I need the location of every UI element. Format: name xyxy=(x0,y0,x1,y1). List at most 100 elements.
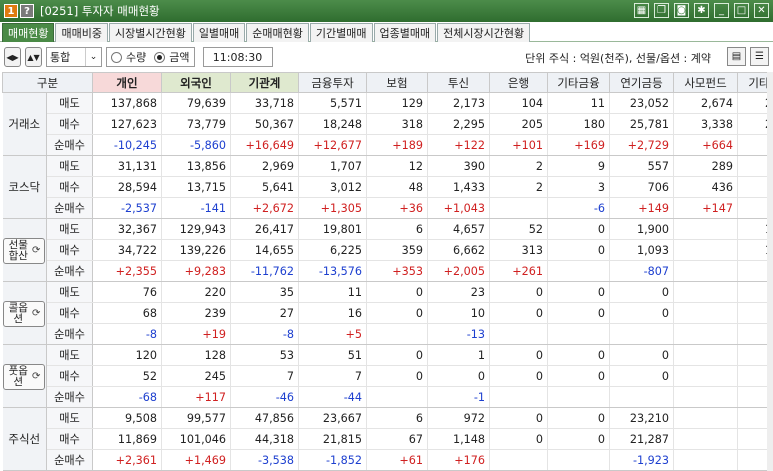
table-cell: 7 xyxy=(298,365,368,387)
minimize-icon[interactable]: _ xyxy=(714,3,729,18)
table-row: 매수28,59413,7155,6413,012481,433237064363… xyxy=(3,176,773,198)
table-cell xyxy=(673,302,739,324)
table-cell: +9,283 xyxy=(161,260,232,282)
toolbar: ◀▶ ▲▼ 통합 ⌄ 수량 금액 11:08:30 단위 주식 : 억원(천주),… xyxy=(0,42,773,72)
time-field[interactable]: 11:08:30 xyxy=(202,47,273,67)
radio-amount-label: 금액 xyxy=(169,51,190,64)
table-cell xyxy=(673,365,739,387)
group-label: 선물합산 ⟳ xyxy=(2,218,47,282)
investor-trading-table: 구분 개인 외국인 기관계 금융투자 보험 투신 은행 기타금융 연기금등 사모… xyxy=(1,72,773,471)
table-cell: 0 xyxy=(489,281,549,303)
tab-all-market-time[interactable]: 전체시장시간현황 xyxy=(437,23,531,42)
table-cell: 76 xyxy=(92,281,163,303)
market-select-value: 통합 xyxy=(50,51,71,64)
group-refresh-button[interactable]: 콜옵션 ⟳ xyxy=(3,300,46,327)
table-cell: 5,571 xyxy=(298,92,368,114)
table-row: 순매수-8+19-8+5-13-4 xyxy=(3,323,773,345)
maximize-icon[interactable]: □ xyxy=(734,3,749,18)
prev-next-icon[interactable]: ◀▶ xyxy=(4,47,21,67)
table-cell xyxy=(673,281,739,303)
table-cell: 21,815 xyxy=(298,428,368,450)
gear-icon[interactable]: ✱ xyxy=(694,3,709,18)
quantity-amount-radio-group: 수량 금액 xyxy=(106,47,195,67)
table-cell: 26,417 xyxy=(230,218,300,240)
grid-settings-icon[interactable]: ▤ xyxy=(727,47,746,66)
row-type-label: 매도 xyxy=(46,218,94,240)
table-row: 매수 11,869 101,046 44,318 21,815 67 1,148 0 0 21,2… xyxy=(3,428,773,450)
vertical-scrollbar[interactable] xyxy=(767,72,773,471)
header-private-fund: 사모펀드 xyxy=(673,72,739,93)
group-label: 주식선 xyxy=(2,407,47,471)
table-cell xyxy=(673,449,739,471)
table-cell: 32,367 xyxy=(92,218,163,240)
table-cell: 12 xyxy=(366,155,429,177)
close-icon[interactable]: ✕ xyxy=(754,3,769,18)
radio-quantity[interactable] xyxy=(111,51,122,63)
table-cell xyxy=(673,218,739,240)
tab-trading-status[interactable]: 매매현황 xyxy=(2,23,55,42)
camera-icon[interactable]: ◙ xyxy=(674,3,689,18)
table-row: 순매수 -10,245 -5,860 +16,649 +12,677 +189 +122 +1… xyxy=(3,134,773,156)
table-cell: 11 xyxy=(298,281,368,303)
screen-number-badge[interactable]: 1 xyxy=(4,4,18,18)
header-category: 구분 xyxy=(1,72,94,93)
table-cell: 0 xyxy=(366,281,429,303)
table-cell: 23,210 xyxy=(609,407,675,429)
table-cell: 52 xyxy=(489,218,549,240)
table-cell: 34,722 xyxy=(92,239,163,261)
table-cell: 0 xyxy=(609,302,675,324)
table-row: 순매수-68+117-46-44-1-3 xyxy=(3,386,773,408)
table-cell: +169 xyxy=(547,134,611,156)
table-cell: +2,672 xyxy=(230,197,300,219)
table-cell: 0 xyxy=(427,365,491,387)
tab-market-time[interactable]: 시장별시간현황 xyxy=(108,23,192,42)
group-label-text: 선물합산 xyxy=(8,238,28,262)
row-type-label: 매수 xyxy=(46,302,94,324)
title-bar: 1 ? [0251] 투자자 매매현황 ▦ ❐ ◙ ✱ _ □ ✕ xyxy=(0,0,773,22)
table-cell: 2,173 xyxy=(427,92,491,114)
table-cell: -8 xyxy=(92,323,163,345)
table-cell xyxy=(489,449,549,471)
table-cell: 6,225 xyxy=(298,239,368,261)
header-individual: 개인 xyxy=(92,72,163,93)
table-cell: +149 xyxy=(609,197,675,219)
up-down-icon[interactable]: ▲▼ xyxy=(25,47,42,67)
row-type-label: 순매수 xyxy=(46,197,94,219)
table-cell: 2 xyxy=(489,155,549,177)
chevron-down-icon[interactable]: ⌄ xyxy=(85,48,101,66)
table-cell: 0 xyxy=(547,302,611,324)
copy-icon[interactable]: ❐ xyxy=(654,3,669,18)
table-cell: 129 xyxy=(366,92,429,114)
table-cell: +261 xyxy=(489,260,549,282)
table-cell: -6 xyxy=(547,197,611,219)
tab-daily[interactable]: 일별매매 xyxy=(192,23,246,42)
tab-net-trading[interactable]: 순매매현황 xyxy=(246,23,309,42)
market-select[interactable]: 통합 ⌄ xyxy=(46,47,102,67)
table-cell xyxy=(547,386,611,408)
tab-sector[interactable]: 업종별매매 xyxy=(373,23,437,42)
table-row: 풋옵션⟳매도1201285351010007 xyxy=(2,344,773,408)
unit-label: 단위 주식 : 억원(천주), 선물/옵션 : 계약 xyxy=(525,52,711,65)
group-refresh-button[interactable]: 풋옵션 ⟳ xyxy=(3,363,46,390)
help-icon[interactable]: ? xyxy=(20,4,34,18)
table-cell: 127,623 xyxy=(92,113,163,135)
list-view-icon[interactable]: ☰ xyxy=(750,47,769,66)
radio-amount[interactable] xyxy=(154,51,166,63)
row-type-label: 매도 xyxy=(46,281,94,303)
table-cell: 23,052 xyxy=(609,92,675,114)
tab-trading-ratio[interactable]: 매매비중 xyxy=(55,23,108,42)
group-refresh-button[interactable]: 선물합산 ⟳ xyxy=(3,237,46,264)
table-cell: 180 xyxy=(547,113,611,135)
table-cell: 27 xyxy=(230,302,300,324)
table-cell: 137,868 xyxy=(92,92,163,114)
table-cell: 0 xyxy=(366,365,429,387)
table-cell: 2,295 xyxy=(427,113,491,135)
table-cell: 436 xyxy=(673,176,739,198)
table-cell: -13 xyxy=(427,323,491,345)
table-cell xyxy=(366,323,429,345)
tab-period[interactable]: 기간별매매 xyxy=(309,23,373,42)
row-type-label: 매수 xyxy=(46,365,94,387)
link-icon[interactable]: ▦ xyxy=(634,3,649,18)
row-type-label: 매도 xyxy=(46,407,94,429)
table-cell: 0 xyxy=(547,218,611,240)
